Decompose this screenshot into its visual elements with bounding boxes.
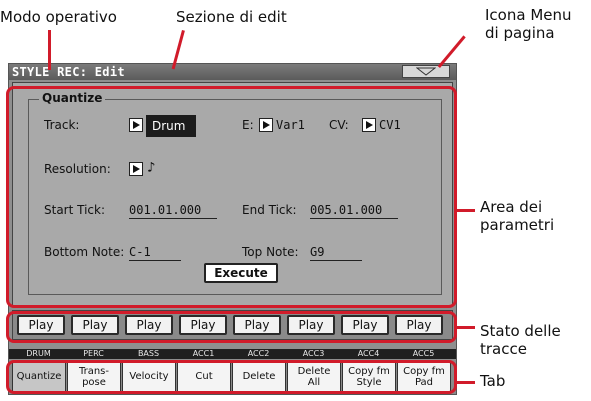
tab-delete-all[interactable]: Delete All: [287, 361, 341, 392]
track-value[interactable]: Drum: [146, 115, 196, 137]
track-label-acc1: ACC1: [192, 349, 215, 358]
tab-delete[interactable]: Delete: [232, 361, 286, 392]
tab-quantize[interactable]: Quantize: [12, 361, 66, 392]
tab-label: Cut: [195, 371, 213, 382]
pointer-line-area: [457, 209, 475, 212]
tab-label: Delete: [242, 371, 276, 382]
group-title: Quantize: [39, 91, 106, 105]
top-note-field[interactable]: G9: [310, 245, 362, 261]
parameter-area: Quantize Track: Drum E: Var1 CV: CV1 Res…: [12, 82, 453, 306]
annotation-area-parametri: Area dei parametri: [480, 198, 554, 234]
track-label-acc3: ACC3: [302, 349, 325, 358]
tab-copy-fm-style[interactable]: Copy fm Style: [342, 361, 396, 392]
annotation-icona-menu: Icona Menu di pagina: [485, 6, 572, 42]
bottom-note-label: Bottom Note:: [44, 245, 125, 259]
track-label-bass: BASS: [137, 349, 160, 358]
start-tick-label: Start Tick:: [44, 203, 106, 217]
track-label-perc: PERC: [83, 349, 104, 358]
track-play-button-6[interactable]: Play: [287, 315, 335, 335]
tab-cut[interactable]: Cut: [177, 361, 231, 392]
track-play-button-5[interactable]: Play: [233, 315, 281, 335]
element-selector-arrow[interactable]: [259, 118, 273, 132]
end-tick-field[interactable]: 005.01.000: [310, 203, 398, 219]
track-label-acc2: ACC2: [247, 349, 270, 358]
tab-copy-fm-pad[interactable]: Copy fm Pad: [397, 361, 451, 392]
track-play-button-3[interactable]: Play: [125, 315, 173, 335]
annotation-icona-menu-line2: di pagina: [485, 24, 555, 42]
annotation-modo-operativo: Modo operativo: [0, 8, 117, 26]
cv-label: CV:: [329, 118, 349, 132]
annotation-stato-line2: tracce: [480, 340, 527, 358]
cv-value[interactable]: CV1: [379, 118, 401, 132]
annotation-stato-tracce: Stato delle tracce: [480, 322, 561, 358]
track-status-row: Play Play Play Play Play Play Play Play: [12, 310, 453, 340]
tab-velocity[interactable]: Velocity: [122, 361, 176, 392]
annotation-stato-line1: Stato delle: [480, 322, 561, 340]
execute-button[interactable]: Execute: [204, 263, 278, 283]
tab-label: Copy fm Style: [348, 365, 390, 388]
element-label: E:: [242, 118, 254, 132]
cv-selector-arrow[interactable]: [362, 118, 376, 132]
annotation-icona-menu-line1: Icona Menu: [485, 6, 572, 24]
track-play-button-4[interactable]: Play: [179, 315, 227, 335]
end-tick-label: End Tick:: [242, 203, 297, 217]
annotation-tab: Tab: [480, 372, 506, 390]
track-selector-arrow[interactable]: [129, 118, 143, 132]
annotation-area-line2: parametri: [480, 216, 555, 234]
track-play-button-7[interactable]: Play: [341, 315, 389, 335]
tab-label: Delete All: [297, 365, 331, 388]
track-play-button-2[interactable]: Play: [71, 315, 119, 335]
page-menu-button[interactable]: [402, 65, 450, 78]
start-tick-field[interactable]: 001.01.000: [129, 203, 217, 219]
element-value[interactable]: Var1: [276, 118, 305, 132]
pointer-line-stato: [457, 326, 475, 329]
top-note-label: Top Note:: [242, 245, 299, 259]
track-label-acc4: ACC4: [357, 349, 380, 358]
page-title: STYLE REC: Edit: [12, 65, 125, 79]
resolution-label: Resolution:: [44, 162, 111, 176]
pointer-line-modo: [48, 30, 51, 70]
track-label-acc5: ACC5: [412, 349, 435, 358]
track-label-drum: DRUM: [26, 349, 51, 358]
annotation-sezione-di-edit: Sezione di edit: [176, 8, 287, 26]
title-bar: STYLE REC: Edit: [9, 64, 456, 80]
device-screen: STYLE REC: Edit Quantize Track: Drum E: …: [8, 63, 457, 395]
track-play-button-1[interactable]: Play: [17, 315, 65, 335]
tab-label: Trans- pose: [78, 365, 110, 388]
track-play-button-8[interactable]: Play: [395, 315, 443, 335]
resolution-selector-arrow[interactable]: [129, 162, 143, 176]
tab-label: Copy fm Pad: [403, 365, 445, 388]
triangle-down-icon: [416, 67, 436, 76]
tab-label: Velocity: [129, 371, 169, 382]
annotation-area-line1: Area dei: [480, 198, 543, 216]
tab-bar: Quantize Trans- pose Velocity Cut Delete…: [9, 360, 456, 394]
resolution-note-icon[interactable]: ♪: [147, 160, 155, 176]
bottom-note-field[interactable]: C-1: [129, 245, 181, 261]
pointer-line-tab: [457, 381, 475, 384]
tab-label: Quantize: [16, 371, 62, 382]
track-label: Track:: [44, 118, 80, 132]
track-labels-bar: DRUM PERC BASS ACC1 ACC2 ACC3 ACC4 ACC5: [9, 349, 456, 359]
tab-transpose[interactable]: Trans- pose: [67, 361, 121, 392]
